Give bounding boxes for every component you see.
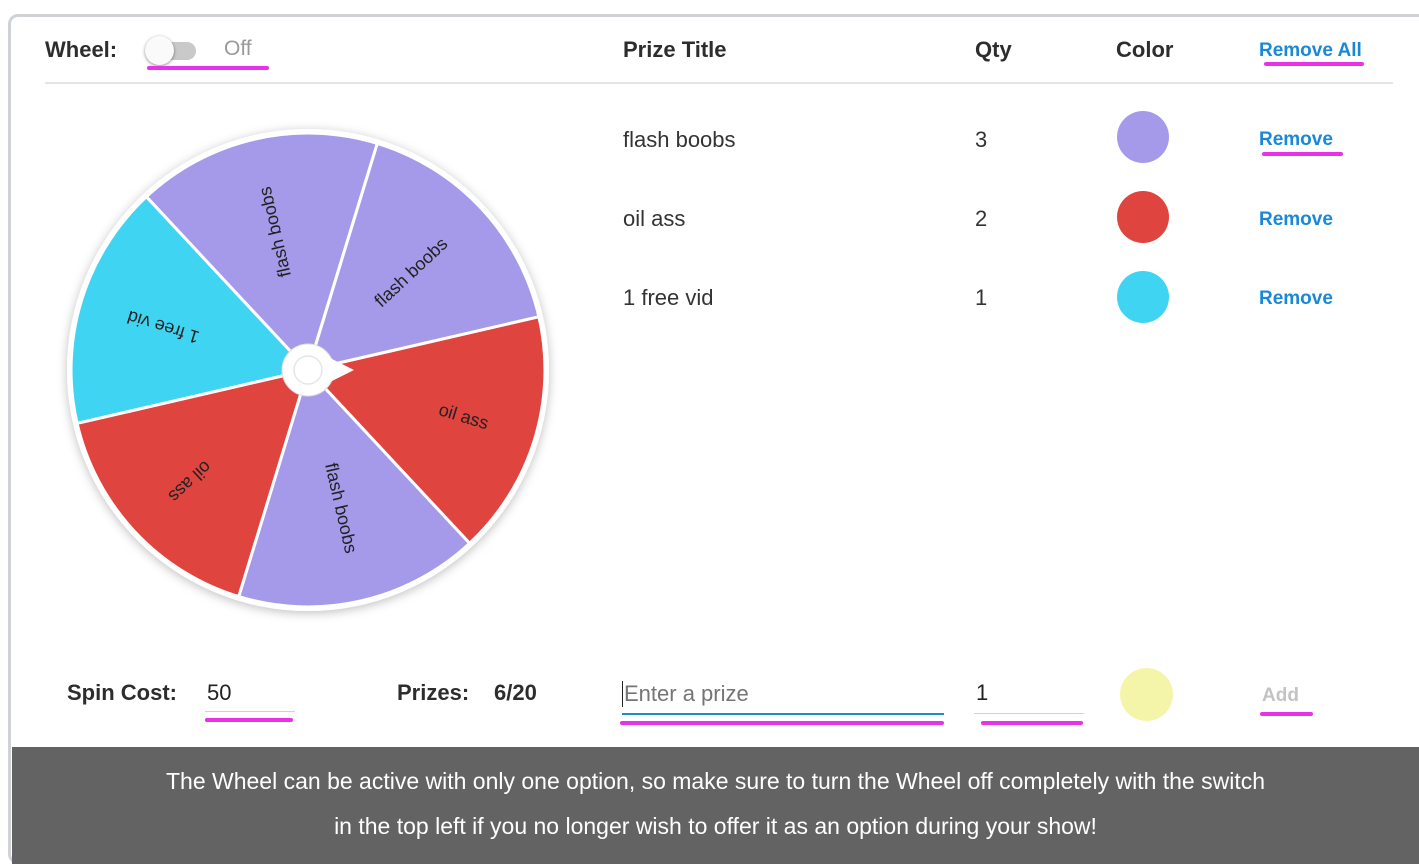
wheel-label: Wheel:: [45, 37, 118, 62]
wheel-toggle-knob[interactable]: [145, 36, 174, 65]
prize-qty: 2: [975, 206, 988, 231]
info-note-line: in the top left if you no longer wish to…: [334, 813, 1097, 839]
prize-title-input[interactable]: [622, 678, 946, 710]
prizes-count: 6/20: [494, 680, 537, 705]
prize-qty: 3: [975, 127, 988, 152]
add-button[interactable]: Add: [1262, 685, 1299, 707]
qty-input[interactable]: 1: [976, 680, 988, 706]
highlight-underline: [1260, 712, 1313, 716]
highlight-underline: [620, 721, 944, 725]
prize-title: 1 free vid: [623, 285, 714, 310]
spin-cost-label: Spin Cost:: [67, 680, 177, 705]
prize-title: oil ass: [623, 206, 686, 231]
spin-cost-underline: [205, 711, 295, 712]
prize-color-swatch[interactable]: [1117, 111, 1169, 163]
spin-cost-input[interactable]: 50: [207, 680, 231, 706]
prize-color-swatch[interactable]: [1117, 271, 1169, 323]
remove-button[interactable]: Remove: [1259, 288, 1333, 310]
prize-wheel[interactable]: oil assflash boobsoil ass1 free vidflash…: [50, 118, 570, 628]
column-header-color: Color: [1116, 37, 1174, 62]
wheel-toggle-state: Off: [224, 37, 252, 60]
highlight-underline: [1264, 62, 1364, 66]
header-divider: [45, 82, 1393, 84]
remove-all-button[interactable]: Remove All: [1259, 40, 1362, 62]
column-header-qty: Qty: [975, 37, 1012, 62]
prize-color-swatch[interactable]: [1117, 191, 1169, 243]
new-prize-color-picker[interactable]: [1120, 668, 1173, 721]
remove-button[interactable]: Remove: [1259, 209, 1333, 231]
text-cursor: [622, 681, 623, 707]
prize-qty: 1: [975, 285, 988, 310]
prizes-label: Prizes:: [397, 680, 470, 705]
remove-button[interactable]: Remove: [1259, 129, 1333, 151]
highlight-underline: [1262, 152, 1343, 156]
prize-title-underline: [622, 713, 944, 715]
info-note-line: The Wheel can be active with only one op…: [165, 768, 1266, 794]
column-header-prize-title: Prize Title: [623, 37, 727, 62]
highlight-underline: [205, 718, 293, 722]
info-note: The Wheel can be active with only one op…: [12, 747, 1419, 864]
highlight-underline: [147, 66, 269, 70]
highlight-underline: [981, 721, 1083, 725]
prize-title: flash boobs: [623, 127, 736, 152]
qty-underline: [974, 713, 1084, 714]
